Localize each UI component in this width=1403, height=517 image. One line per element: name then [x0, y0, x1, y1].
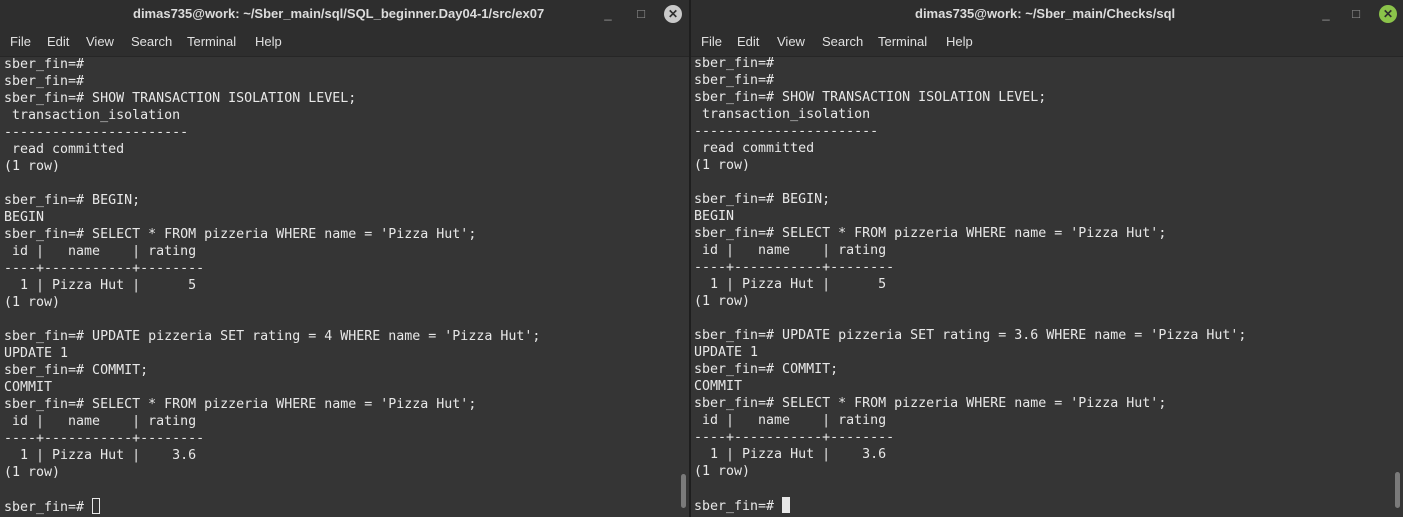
terminal-line: ----+-----------+--------	[4, 261, 205, 276]
window-title: dimas735@work: ~/Sber_main/sql/SQL_begin…	[133, 6, 545, 21]
menu-search[interactable]: Search	[131, 27, 172, 56]
terminal-line: read committed	[4, 142, 125, 157]
terminal-line: 1 | Pizza Hut | 5	[4, 278, 197, 293]
terminal-line: (1 row)	[4, 295, 61, 310]
terminal-line: UPDATE 1	[694, 345, 759, 360]
terminal-line: (1 row)	[4, 159, 61, 174]
terminal-line: sber_fin=# UPDATE pizzeria SET rating = …	[4, 329, 541, 344]
terminal-line: BEGIN	[4, 210, 45, 225]
close-icon[interactable]: ✕	[664, 5, 682, 23]
terminal-line: sber_fin=# SELECT * FROM pizzeria WHERE …	[4, 227, 477, 242]
terminal-line: ----+-----------+--------	[694, 260, 895, 275]
terminal-line: COMMIT	[694, 379, 743, 394]
title-bar[interactable]: dimas735@work: ~/Sber_main/sql/SQL_begin…	[0, 0, 689, 27]
terminal-line: sber_fin=# BEGIN;	[4, 193, 141, 208]
menu-terminal[interactable]: Terminal	[878, 27, 927, 56]
terminal-line: sber_fin=# SELECT * FROM pizzeria WHERE …	[694, 396, 1167, 411]
scrollbar-thumb[interactable]	[1395, 472, 1400, 508]
terminal-line: (1 row)	[694, 158, 751, 173]
terminal-line: sber_fin=#	[694, 73, 775, 88]
terminal-output[interactable]: sber_fin=# sber_fin=# sber_fin=# SHOW TR…	[694, 55, 1389, 514]
terminal-line: COMMIT	[4, 380, 53, 395]
minimize-icon[interactable]: _	[599, 5, 617, 23]
prompt-line[interactable]: sber_fin=#	[694, 497, 1389, 514]
terminal-line: transaction_isolation	[4, 108, 181, 123]
terminal-line: sber_fin=# SHOW TRANSACTION ISOLATION LE…	[694, 90, 1047, 105]
menu-bar: File Edit View Search Terminal Help	[0, 27, 689, 57]
terminal-line: 1 | Pizza Hut | 3.6	[4, 448, 197, 463]
terminal-line: sber_fin=# SELECT * FROM pizzeria WHERE …	[4, 397, 477, 412]
terminal-line: -----------------------	[694, 124, 879, 139]
terminal-line: sber_fin=# BEGIN;	[694, 192, 831, 207]
terminal-line: 1 | Pizza Hut | 5	[694, 277, 887, 292]
prompt-text: sber_fin=#	[4, 500, 93, 515]
menu-view[interactable]: View	[86, 27, 114, 56]
title-bar[interactable]: dimas735@work: ~/Sber_main/Checks/sql _ …	[691, 0, 1403, 27]
menu-view[interactable]: View	[777, 27, 805, 56]
menu-help[interactable]: Help	[255, 27, 282, 56]
menu-terminal[interactable]: Terminal	[187, 27, 236, 56]
terminal-line: read committed	[694, 141, 815, 156]
terminal-line: sber_fin=# COMMIT;	[4, 363, 149, 378]
terminal-line: sber_fin=# UPDATE pizzeria SET rating = …	[694, 328, 1247, 343]
menu-edit[interactable]: Edit	[47, 27, 69, 56]
maximize-icon[interactable]: □	[1347, 5, 1365, 23]
terminal-line: id | name | rating	[694, 413, 887, 428]
terminal-line: sber_fin=# COMMIT;	[694, 362, 839, 377]
terminal-line: (1 row)	[694, 294, 751, 309]
terminal-line: (1 row)	[694, 464, 751, 479]
window-title: dimas735@work: ~/Sber_main/Checks/sql	[915, 6, 1176, 21]
menu-file[interactable]: File	[10, 27, 31, 56]
terminal-line: id | name | rating	[4, 244, 197, 259]
terminal-line: UPDATE 1	[4, 346, 69, 361]
minimize-icon[interactable]: _	[1317, 5, 1335, 23]
terminal-line: sber_fin=#	[694, 56, 775, 71]
right-terminal-window[interactable]: dimas735@work: ~/Sber_main/Checks/sql _ …	[691, 0, 1403, 517]
close-icon[interactable]: ✕	[1379, 5, 1397, 23]
terminal-line: 1 | Pizza Hut | 3.6	[694, 447, 887, 462]
terminal-line: id | name | rating	[4, 414, 197, 429]
menu-file[interactable]: File	[701, 27, 722, 56]
terminal-line: sber_fin=# SELECT * FROM pizzeria WHERE …	[694, 226, 1167, 241]
maximize-icon[interactable]: □	[632, 5, 650, 23]
terminal-line: sber_fin=#	[4, 57, 85, 72]
terminal-line: BEGIN	[694, 209, 735, 224]
terminal-line: sber_fin=# SHOW TRANSACTION ISOLATION LE…	[4, 91, 357, 106]
cursor	[92, 498, 101, 514]
menu-help[interactable]: Help	[946, 27, 973, 56]
terminal-line: (1 row)	[4, 465, 61, 480]
terminal-line: -----------------------	[4, 125, 189, 140]
terminal-line: transaction_isolation	[694, 107, 871, 122]
cursor	[782, 497, 791, 513]
prompt-text: sber_fin=#	[694, 499, 783, 514]
prompt-line[interactable]: sber_fin=#	[4, 498, 675, 515]
terminal-line: sber_fin=#	[4, 74, 85, 89]
terminal-line: id | name | rating	[694, 243, 887, 258]
terminal-line: ----+-----------+--------	[694, 430, 895, 445]
terminal-line: ----+-----------+--------	[4, 431, 205, 446]
menu-search[interactable]: Search	[822, 27, 863, 56]
menu-bar: File Edit View Search Terminal Help	[691, 27, 1403, 57]
left-terminal-window[interactable]: dimas735@work: ~/Sber_main/sql/SQL_begin…	[0, 0, 689, 517]
scrollbar-thumb[interactable]	[681, 474, 686, 508]
terminal-output[interactable]: sber_fin=# sber_fin=# sber_fin=# SHOW TR…	[4, 56, 675, 515]
menu-edit[interactable]: Edit	[737, 27, 759, 56]
